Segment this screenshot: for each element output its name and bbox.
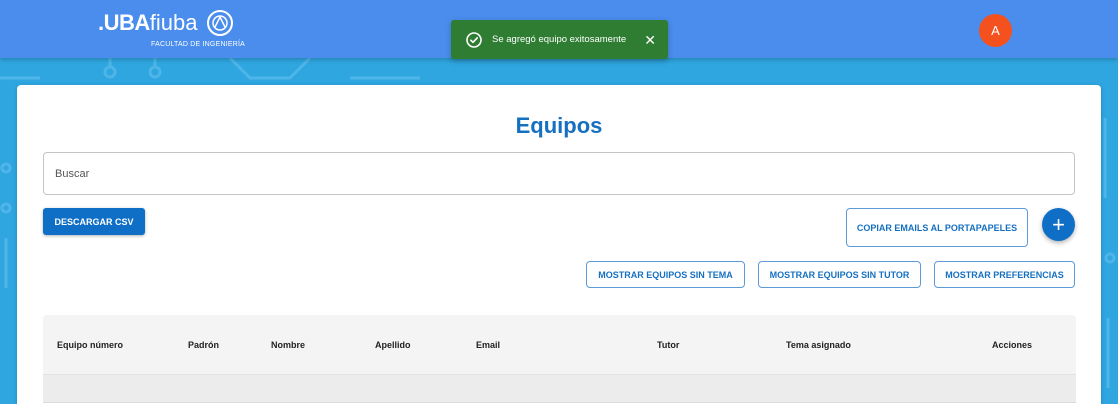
plus-icon: + — [1052, 211, 1065, 237]
avatar-initial: A — [991, 23, 1000, 38]
show-teams-without-tutor-button[interactable]: MOSTRAR EQUIPOS SIN TUTOR — [758, 261, 921, 288]
column-header-surname[interactable]: Apellido — [375, 340, 411, 350]
toast-message: Se agregó equipo exitosamente — [492, 34, 627, 45]
page-title: Equipos — [515, 113, 603, 138]
logo-uba-text: .UBA — [98, 10, 150, 35]
download-csv-button[interactable]: DESCARGAR CSV — [43, 208, 145, 235]
table-header: Equipo número Padrón Nombre Apellido Ema… — [43, 315, 1076, 375]
add-team-button[interactable]: + — [1042, 208, 1075, 241]
close-icon[interactable]: ✕ — [644, 33, 656, 47]
show-teams-without-topic-button[interactable]: MOSTRAR EQUIPOS SIN TEMA — [586, 261, 745, 288]
show-preferences-button[interactable]: MOSTRAR PREFERENCIAS — [934, 261, 1075, 288]
column-header-name[interactable]: Nombre — [271, 340, 305, 350]
column-header-team-number[interactable]: Equipo número — [57, 340, 123, 350]
column-header-tutor[interactable]: Tutor — [657, 340, 679, 350]
logo-fiuba-text: fiuba — [149, 10, 198, 35]
check-circle-icon — [466, 31, 482, 48]
column-header-email[interactable]: Email — [476, 340, 500, 350]
success-toast: Se agregó equipo exitosamente ✕ — [451, 20, 668, 59]
copy-emails-button[interactable]: COPIAR EMAILS AL PORTAPAPELES — [846, 208, 1028, 247]
column-header-padron[interactable]: Padrón — [188, 340, 219, 350]
logo-subtitle: FACULTAD DE INGENIERÍA — [151, 41, 245, 48]
fiuba-emblem-icon — [207, 10, 233, 36]
teams-card: Equipos DESCARGAR CSV COPIAR EMAILS AL P… — [17, 85, 1101, 404]
column-header-actions: Acciones — [992, 340, 1033, 350]
uba-fiuba-logo[interactable]: .UBA fiuba FACULTAD DE INGENIERÍA — [98, 10, 245, 48]
column-header-assigned-topic[interactable]: Tema asignado — [786, 340, 851, 350]
user-avatar[interactable]: A — [979, 14, 1012, 47]
search-input[interactable] — [43, 152, 1075, 195]
table-row[interactable] — [43, 375, 1076, 403]
